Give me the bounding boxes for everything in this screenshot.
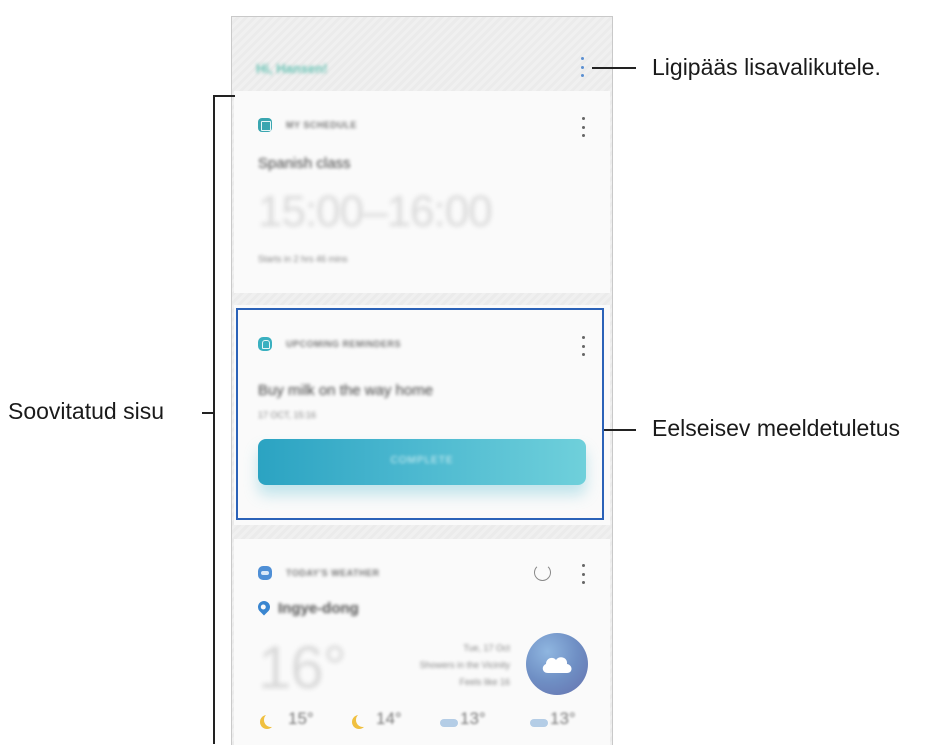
weather-date: Tue, 17 Oct <box>463 643 510 653</box>
cloud-icon <box>530 719 548 727</box>
weather-card[interactable]: TODAY'S WEATHER Ingye-dong 16° Tue, 17 O… <box>234 539 610 745</box>
weather-icon <box>258 566 272 580</box>
bracket-vertical <box>213 95 215 744</box>
forecast-temp-1: 15° <box>288 709 314 728</box>
more-options-icon[interactable] <box>575 57 589 77</box>
label-recommended: Soovitatud sisu <box>8 398 164 424</box>
weather-header: TODAY'S WEATHER <box>286 568 380 578</box>
forecast-temp-4: 13° <box>550 709 576 728</box>
weather-feels-like: Feels like 16 <box>459 677 510 687</box>
label-options: Ligipääs lisavalikutele. <box>652 54 881 80</box>
location-pin-icon <box>255 598 273 616</box>
callout-line-reminder <box>604 429 636 431</box>
forecast-temp-2: 14° <box>376 709 402 728</box>
calendar-icon <box>258 118 272 132</box>
cloud-icon <box>440 719 458 727</box>
bracket-top <box>213 95 235 97</box>
weather-condition-icon <box>526 633 588 695</box>
current-temperature: 16° <box>258 634 347 701</box>
schedule-title: Spanish class <box>258 155 351 172</box>
schedule-time: 15:00–16:00 <box>258 187 493 236</box>
schedule-subtext: Starts in 2 hrs 46 mins <box>258 254 348 264</box>
location-name: Ingye-dong <box>278 600 359 617</box>
weather-condition: Showers in the Vicinity <box>419 660 510 670</box>
schedule-card[interactable]: MY SCHEDULE Spanish class 15:00–16:00 St… <box>234 91 610 293</box>
card-menu-icon[interactable] <box>576 117 590 137</box>
greeting-text: Hi, Hansen! <box>256 61 328 76</box>
refresh-icon[interactable] <box>534 564 551 581</box>
card-menu-icon[interactable] <box>576 564 590 584</box>
moon-icon <box>264 713 278 727</box>
forecast-temp-3: 13° <box>460 709 486 728</box>
schedule-header: MY SCHEDULE <box>286 120 357 130</box>
label-reminder: Eelseisev meeldetuletus <box>652 415 901 441</box>
callout-line-options <box>592 67 636 69</box>
callout-line-recommended <box>202 412 214 414</box>
moon-icon <box>356 713 370 727</box>
reminder-highlight <box>236 308 604 520</box>
